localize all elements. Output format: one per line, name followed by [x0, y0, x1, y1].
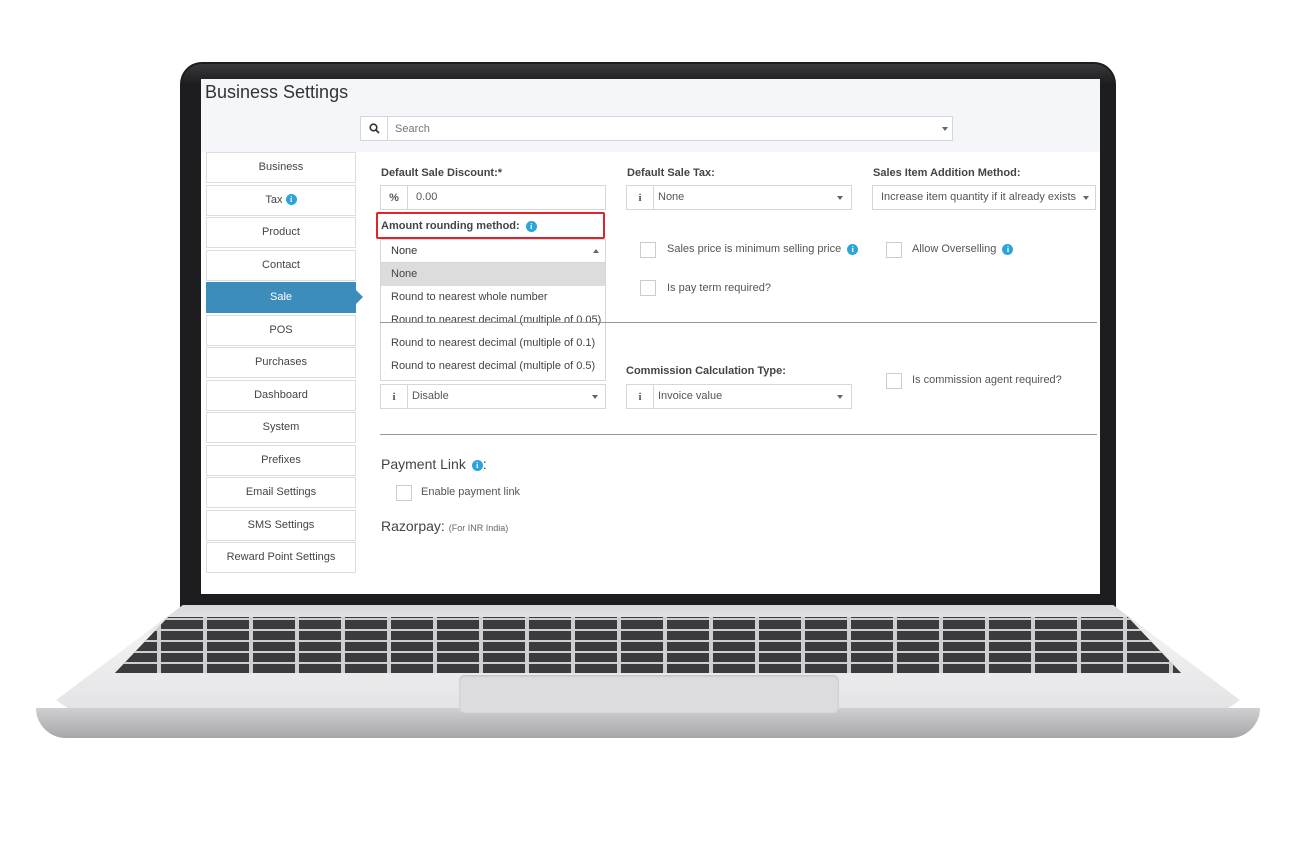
info-icon[interactable]: i	[285, 194, 297, 206]
razorpay-note: (For INR India)	[448, 523, 509, 533]
pay-term-label: Is pay term required?	[667, 282, 771, 294]
commission-required-checkbox[interactable]	[886, 373, 902, 389]
sidebar-item-contact[interactable]: Contact	[206, 249, 356, 281]
sidebar-item-reward-point-settings[interactable]: Reward Point Settings	[206, 542, 356, 573]
enable-payment-link-label: Enable payment link	[421, 486, 521, 498]
commission-calc-label: Commission Calculation Type:	[626, 365, 786, 377]
sidebar-item-business[interactable]: Business	[206, 152, 356, 183]
commission-required-label: Is commission agent required?	[912, 374, 1062, 386]
sidebar-item-sms-settings[interactable]: SMS Settings	[206, 509, 356, 541]
info-icon[interactable]: i	[471, 459, 483, 471]
sales-price-min-label: Sales price is minimum selling price i	[667, 243, 859, 255]
chevron-down-icon	[837, 395, 843, 399]
sidebar-item-prefixes[interactable]: Prefixes	[206, 444, 356, 476]
razorpay-title: Razorpay: (For INR India)	[381, 518, 509, 534]
sales-item-addition-select[interactable]: Increase item quantity if it already exi…	[872, 185, 1096, 210]
settings-sidebar: Business Tax i Product Contact Sale POS …	[206, 152, 363, 575]
search-box[interactable]	[360, 116, 953, 142]
laptop-trackpad	[459, 675, 839, 713]
page-title: Business Settings	[205, 82, 349, 102]
dropdown-option[interactable]: Round to nearest decimal (multiple of 0.…	[381, 355, 605, 378]
search-icon	[361, 117, 388, 140]
enable-payment-link-checkbox[interactable]	[396, 485, 412, 501]
info-icon: i	[627, 186, 654, 209]
sidebar-item-purchases[interactable]: Purchases	[206, 347, 356, 378]
amount-rounding-selected[interactable]: None	[381, 240, 605, 263]
sidebar-item-tax[interactable]: Tax i	[206, 184, 356, 216]
search-input[interactable]	[393, 117, 917, 142]
sidebar-item-sale[interactable]: Sale	[206, 282, 363, 313]
allow-overselling-label: Allow Overselling i	[912, 243, 1014, 255]
allow-overselling-checkbox[interactable]	[886, 242, 902, 258]
laptop-screen: Business Settings Business Tax i Product…	[201, 79, 1100, 594]
payment-link-title: Payment Link i:	[381, 456, 487, 472]
commission-calc-value: Invoice value	[658, 390, 723, 402]
sidebar-item-system[interactable]: System	[206, 412, 356, 443]
default-sale-tax-select[interactable]: i None	[626, 185, 852, 210]
default-sale-tax-value: None	[658, 191, 685, 203]
sales-item-addition-value: Increase item quantity if it already exi…	[881, 191, 1077, 203]
amount-rounding-label: Amount rounding method: i	[381, 220, 537, 232]
dropdown-option[interactable]: Round to nearest whole number	[381, 286, 605, 309]
default-sale-discount-label: Default Sale Discount:*	[381, 167, 503, 179]
info-icon: i	[627, 385, 654, 408]
chevron-down-icon	[1083, 196, 1089, 200]
sidebar-item-email-settings[interactable]: Email Settings	[206, 477, 356, 508]
sales-price-min-checkbox[interactable]	[640, 242, 656, 258]
sidebar-item-pos[interactable]: POS	[206, 314, 356, 346]
commission-agent-value: Disable	[412, 390, 449, 402]
section-divider	[380, 434, 1097, 435]
pay-term-checkbox[interactable]	[640, 280, 656, 296]
dropdown-option[interactable]: Round to nearest decimal (multiple of 0.…	[381, 309, 605, 332]
laptop-keyboard	[115, 617, 1181, 673]
dropdown-option[interactable]: None	[381, 263, 605, 286]
info-icon[interactable]: i	[1002, 243, 1014, 255]
sales-item-addition-label: Sales Item Addition Method:	[873, 167, 1021, 179]
dropdown-option[interactable]: Round to nearest decimal (multiple of 0.…	[381, 332, 605, 355]
section-divider	[380, 322, 1097, 323]
default-sale-discount-input[interactable]: % 0.00	[380, 185, 606, 210]
chevron-down-icon	[592, 395, 598, 399]
default-sale-tax-label: Default Sale Tax:	[627, 167, 715, 179]
percent-icon: %	[381, 186, 408, 209]
settings-header: Business Settings	[201, 79, 1100, 152]
chevron-down-icon	[942, 127, 948, 131]
chevron-down-icon	[837, 196, 843, 200]
sidebar-item-product[interactable]: Product	[206, 217, 356, 248]
amount-rounding-dropdown[interactable]: None None Round to nearest whole number …	[380, 239, 606, 381]
info-icon: i	[381, 385, 408, 408]
sidebar-item-dashboard[interactable]: Dashboard	[206, 379, 356, 411]
info-icon[interactable]: i	[525, 220, 537, 232]
commission-calc-select[interactable]: i Invoice value	[626, 384, 852, 409]
commission-agent-select[interactable]: i Disable	[380, 384, 606, 409]
chevron-up-icon	[593, 249, 599, 253]
info-icon[interactable]: i	[847, 243, 859, 255]
default-sale-discount-value: 0.00	[416, 191, 438, 203]
